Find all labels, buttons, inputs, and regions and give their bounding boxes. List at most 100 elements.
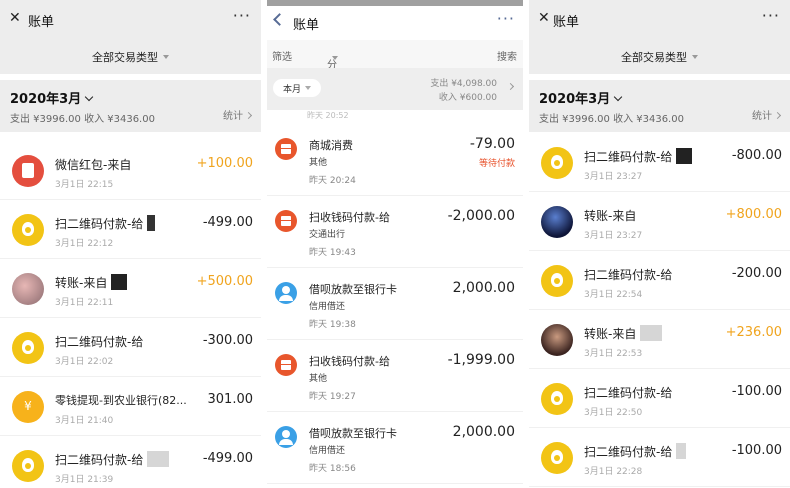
- transaction-amount: +100.00: [196, 156, 253, 171]
- transaction-row[interactable]: 转账-来自 3月1日 22:53 +236.00: [529, 311, 790, 369]
- transaction-category: 其他: [309, 158, 328, 168]
- transaction-amount: +236.00: [725, 325, 782, 340]
- transaction-amount: 2,000.00: [452, 280, 515, 296]
- redacted-name: [676, 443, 687, 459]
- transaction-time: 昨天 19:27: [309, 392, 356, 402]
- redacted-name: [147, 215, 156, 231]
- transaction-row[interactable]: 扫二维码付款-给 3月1日 21:39 -499.00: [0, 437, 261, 488]
- bill-panel-left: ✕ 账单 ··· 全部交易类型 2020年3月 支出 ¥3996.00 收入 ¥…: [0, 0, 261, 488]
- title-bar: 账单 ···: [267, 6, 523, 40]
- transaction-category: 交通出行: [309, 230, 346, 240]
- month-pill-label: 本月: [283, 85, 302, 95]
- transaction-time: 3月1日 22:28: [584, 467, 643, 477]
- money-bag-icon: [541, 265, 573, 297]
- page-title: 账单: [293, 18, 320, 33]
- stats-link[interactable]: 统计: [223, 107, 253, 122]
- transaction-time: 3月1日 22:15: [55, 180, 114, 190]
- transaction-row[interactable]: 借呗放款至银行卡 信用借还 昨天 19:38 2,000.00: [267, 268, 523, 340]
- chevron-right-icon[interactable]: [506, 82, 515, 91]
- transaction-name: 转账-来自: [584, 325, 663, 342]
- transaction-type-filter[interactable]: 全部交易类型: [0, 49, 261, 65]
- transaction-time: 3月1日 22:12: [55, 239, 114, 249]
- month-selector[interactable]: 2020年3月: [10, 88, 94, 107]
- transaction-time: 昨天 19:43: [309, 248, 356, 258]
- stats-label: 统计: [752, 111, 772, 122]
- transaction-row[interactable]: 扫二维码付款-给 3月1日 22:50 -100.00: [529, 370, 790, 428]
- transaction-row[interactable]: 扫二维码付款-给 3月1日 22:54 -200.00: [529, 252, 790, 310]
- transaction-status: 等待付款: [478, 159, 515, 169]
- transaction-name: 扫收钱码付款-给: [309, 355, 390, 368]
- transaction-name: 扫二维码付款-给: [584, 386, 673, 400]
- more-menu-icon[interactable]: ···: [233, 6, 251, 25]
- transaction-name: 扫二维码付款-给: [584, 268, 673, 282]
- caret-down-icon: [305, 86, 312, 90]
- close-icon[interactable]: ✕: [538, 10, 550, 26]
- transaction-row[interactable]: 扫二维码付款-给 3月1日 22:12 -499.00: [0, 201, 261, 259]
- transaction-type-bar: 全部交易类型: [0, 40, 261, 74]
- transaction-amount: -200.00: [731, 266, 782, 281]
- transaction-row[interactable]: 扫收钱码付款-给 交通出行 昨天 19:43 -2,000.00: [267, 196, 523, 268]
- page-title: 账单: [28, 15, 55, 30]
- transaction-row[interactable]: 扫二维码付款-给 3月1日 22:02 -300.00: [0, 319, 261, 377]
- transaction-category: 其他: [309, 374, 328, 384]
- month-totals: 支出 ¥3996.00 收入 ¥3436.00: [10, 114, 155, 125]
- shop-icon: [275, 210, 297, 232]
- bill-panel-right: ✕ 账单 ··· 全部交易类型 2020年3月 支出 ¥3996.00 收入 ¥…: [529, 0, 790, 488]
- transaction-row[interactable]: 转账-来自 3月1日 22:11 +500.00: [0, 260, 261, 318]
- more-menu-icon[interactable]: ···: [762, 6, 780, 25]
- money-bag-icon: [12, 214, 44, 246]
- month-summary: 2020年3月 支出 ¥3996.00 收入 ¥3436.00 统计: [0, 80, 261, 132]
- month-selector[interactable]: 2020年3月: [539, 88, 623, 107]
- transaction-row[interactable]: 扫二维码付款-给 3月1日 22:28 -100.00: [529, 429, 790, 487]
- transaction-amount: -300.00: [202, 333, 253, 348]
- transaction-amount: -499.00: [202, 451, 253, 466]
- search-button[interactable]: 搜索: [497, 48, 517, 63]
- transaction-row[interactable]: 零钱提现-到农业银行(82... 3月1日 21:40 301.00: [0, 378, 261, 436]
- transaction-name: 微信红包-来自: [55, 158, 132, 172]
- filter-button[interactable]: 筛选: [272, 48, 292, 63]
- transaction-row[interactable]: 微信红包-来自 3月1日 22:15 +100.00: [0, 142, 261, 200]
- chevron-right-icon: [773, 111, 782, 120]
- red-packet-icon: [12, 155, 44, 187]
- transaction-time: 3月1日 22:54: [584, 290, 643, 300]
- transaction-row[interactable]: 扫收钱码付款-给 其他 昨天 19:27 -1,999.00: [267, 340, 523, 412]
- transaction-time: 昨天 18:56: [309, 464, 356, 474]
- more-menu-icon[interactable]: ···: [497, 9, 515, 28]
- title-bar: ✕ 账单 ···: [0, 0, 261, 40]
- transaction-amount: 301.00: [207, 392, 254, 407]
- shop-icon: [275, 354, 297, 376]
- transaction-time: 3月1日 21:39: [55, 475, 114, 485]
- user-icon: [275, 282, 297, 304]
- transaction-category: 信用借还: [309, 302, 346, 312]
- back-arrow-icon[interactable]: [273, 13, 286, 26]
- transaction-amount: +800.00: [725, 207, 782, 222]
- transaction-name: 借呗放款至银行卡: [309, 283, 397, 296]
- transaction-row[interactable]: 扫二维码付款-给 3月1日 23:27 -800.00: [529, 134, 790, 192]
- page-title: 账单: [553, 15, 580, 30]
- transaction-name: 扫二维码付款-给: [55, 451, 170, 468]
- shop-icon: [275, 138, 297, 160]
- transaction-name: 扫收钱码付款-给: [309, 211, 390, 224]
- month-pill[interactable]: 本月: [273, 79, 321, 97]
- user-avatar: [541, 206, 573, 238]
- stats-link[interactable]: 统计: [752, 107, 782, 122]
- month-totals: 支出 ¥3996.00 收入 ¥3436.00: [539, 114, 684, 125]
- transaction-row[interactable]: 商城消费 其他 昨天 20:24 -79.00 等待付款: [267, 124, 523, 196]
- money-bag-icon: [541, 147, 573, 179]
- caret-down-icon: [332, 56, 338, 60]
- redacted-name: [111, 274, 128, 290]
- close-icon[interactable]: ✕: [9, 10, 21, 26]
- title-bar: ✕ 账单 ···: [529, 0, 790, 40]
- user-icon: [275, 426, 297, 448]
- month-summary: 本月 支出 ¥4,098.00 收入 ¥600.00: [267, 68, 523, 110]
- transaction-row[interactable]: 借呗放款至银行卡 信用借还 昨天 18:56 2,000.00: [267, 412, 523, 484]
- transaction-type-label: 全部交易类型: [92, 51, 158, 64]
- transaction-row[interactable]: 转账-来自 3月1日 23:27 +800.00: [529, 193, 790, 251]
- transaction-name: 扫二维码付款-给: [55, 335, 144, 349]
- month-label: 2020年3月: [10, 92, 82, 107]
- money-bag-icon: [541, 442, 573, 474]
- transaction-amount: -79.00: [469, 136, 515, 152]
- transaction-time: 3月1日 21:40: [55, 416, 114, 426]
- transaction-type-bar: 全部交易类型: [529, 40, 790, 74]
- transaction-type-filter[interactable]: 全部交易类型: [529, 49, 790, 65]
